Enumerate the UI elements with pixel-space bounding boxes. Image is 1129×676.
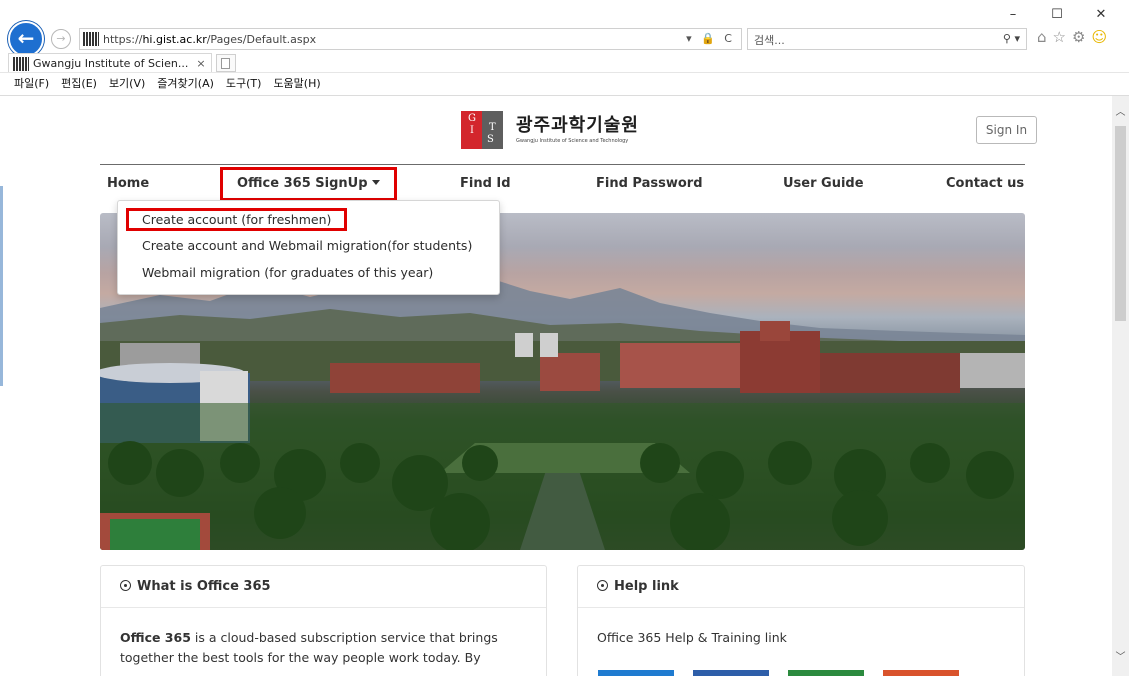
nav-contact-us[interactable]: Contact us [946,167,1024,201]
scroll-down-icon[interactable]: ﹀ [1112,649,1129,666]
sign-in-button[interactable]: Sign In [976,116,1037,144]
back-button[interactable]: ← [8,21,44,57]
smiley-icon[interactable]: ☺ [1091,28,1107,46]
help-tile[interactable] [883,670,959,676]
logo-english-name: Gwangju Institute of Science and Technol… [516,138,629,144]
window-controls: – ☐ ✕ [991,4,1123,26]
close-window-button[interactable]: ✕ [1079,4,1123,26]
menu-help[interactable]: 도움말(H) [273,75,320,91]
help-link-text: Office 365 Help & Training link [597,630,787,645]
caret-down-icon [371,180,380,185]
circle-dot-icon [120,580,131,591]
menu-file[interactable]: 파일(F) [14,75,49,91]
scroll-thumb[interactable] [1115,126,1126,321]
forward-button[interactable]: → [51,29,71,49]
logo-letter-s: S [487,134,494,145]
logo-letter-i: I [470,125,474,136]
office365-signup-dropdown: Create account (for freshmen) Create acc… [117,200,500,295]
menu-bar: 파일(F) 편집(E) 보기(V) 즐겨찾기(A) 도구(T) 도움말(H) [14,75,321,91]
nav-office365-signup-label: Office 365 SignUp [237,176,368,191]
gist-logo-mark: G I S T [461,111,503,149]
url-path: /Pages/Default.aspx [206,32,317,46]
nav-find-id[interactable]: Find Id [460,167,511,201]
what-is-office365-title: What is Office 365 [137,579,271,594]
help-tile[interactable] [598,670,674,676]
help-tile[interactable] [788,670,864,676]
tab-bar: Gwangju Institute of Scien... × [8,53,236,73]
minimize-button[interactable]: – [991,4,1035,26]
new-tab-icon [221,57,231,69]
site-favicon-icon [83,32,99,46]
search-icon[interactable]: ⚲ ▾ [1003,32,1020,45]
create-account-webmail-migration-link[interactable]: Create account and Webmail migration(for… [142,238,472,253]
new-tab-button[interactable] [215,54,236,72]
star-icon[interactable]: ☆ [1053,28,1066,46]
url-text[interactable]: https://hi.gist.ac.kr/Pages/Default.aspx [103,33,316,46]
nav-find-password[interactable]: Find Password [596,167,703,201]
help-tiles [598,670,959,676]
address-bar[interactable]: https://hi.gist.ac.kr/Pages/Default.aspx… [79,28,742,50]
office365-strong: Office 365 [120,630,191,645]
logo-korean-name: 광주과학기술원 [516,115,639,136]
menu-tools[interactable]: 도구(T) [226,75,262,91]
nav-user-guide[interactable]: User Guide [783,167,864,201]
office365-desc-line1: is a cloud-based subscription service th… [190,630,498,645]
browser-toolbar-icons: ⌂ ☆ ⚙ ☺ [1037,28,1107,46]
office365-desc-line2: together the best tools for the way peop… [120,650,481,665]
nav-divider [100,164,1025,165]
menu-edit[interactable]: 편집(E) [61,75,97,91]
logo-letter-g: G [468,113,476,124]
nav-office365-signup[interactable]: Office 365 SignUp [220,167,397,201]
help-tile[interactable] [693,670,769,676]
tab-close-icon[interactable]: × [196,57,205,70]
nav-home[interactable]: Home [107,167,149,201]
menu-favorites[interactable]: 즐겨찾기(A) [157,75,214,91]
create-account-freshmen-link[interactable]: Create account (for freshmen) [126,208,348,231]
search-placeholder: 검색... [754,34,785,47]
webmail-migration-graduates-link[interactable]: Webmail migration (for graduates of this… [142,265,433,280]
url-scheme: https:// [103,32,143,46]
gist-logo[interactable]: G I S T 광주과학기술원 Gwangju Institute of Sci… [461,111,639,149]
circle-dot-icon [597,580,608,591]
tab-divider [0,72,1129,73]
tab-favicon-icon [13,56,29,71]
help-link-title: Help link [614,579,679,594]
page-scrollbar[interactable]: ︿ ﹀ [1112,96,1129,676]
gear-icon[interactable]: ⚙ [1072,28,1085,46]
logo-letter-t: T [489,122,496,133]
url-domain: hi.gist.ac.kr [142,32,207,46]
tab-gist[interactable]: Gwangju Institute of Scien... × [8,53,212,73]
help-link-card: Help link Office 365 Help & Training lin… [577,565,1025,676]
search-input[interactable]: 검색... ⚲ ▾ [747,28,1027,50]
what-is-office365-card: What is Office 365 Office 365 is a cloud… [100,565,547,676]
web-page: G I S T 광주과학기술원 Gwangju Institute of Sci… [5,96,1112,676]
address-tools-icon[interactable]: ▾ 🔒 C [686,32,735,45]
main-nav: Home Office 365 SignUp Find Id Find Pass… [100,167,1025,201]
maximize-button[interactable]: ☐ [1035,4,1079,26]
menu-view[interactable]: 보기(V) [109,75,145,91]
scroll-up-icon[interactable]: ︿ [1112,104,1129,121]
browser-chrome: – ☐ ✕ ← → https://hi.gist.ac.kr/Pages/De… [0,0,1129,96]
tab-title: Gwangju Institute of Scien... [33,57,189,70]
home-icon[interactable]: ⌂ [1037,28,1047,46]
